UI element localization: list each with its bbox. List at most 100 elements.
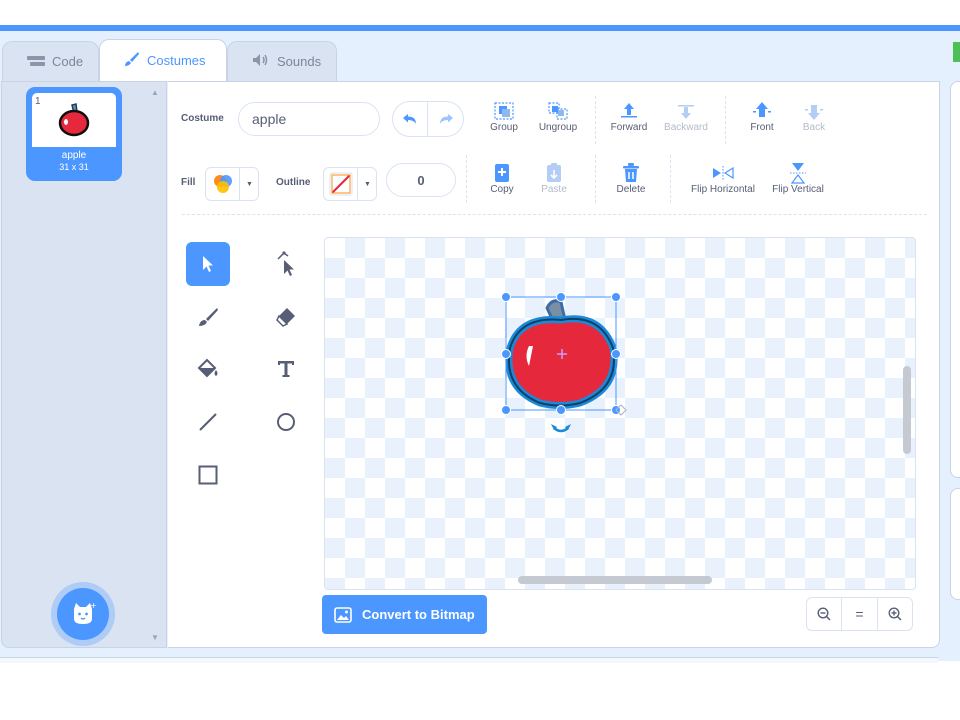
- backward-label: Backward: [664, 122, 708, 133]
- svg-text:+: +: [90, 601, 96, 610]
- circle-icon: [277, 413, 295, 431]
- arrow-select-icon: [203, 256, 213, 272]
- undo-icon: [403, 114, 416, 124]
- group-label: Group: [490, 122, 518, 133]
- brush-tool[interactable]: [186, 295, 230, 339]
- green-flag-icon[interactable]: [953, 42, 960, 62]
- delete-label: Delete: [616, 184, 646, 195]
- cat-add-icon: +: [74, 601, 96, 624]
- bottom-panel-edge: [0, 657, 938, 663]
- fill-tool[interactable]: [186, 347, 230, 391]
- canvas-vertical-scrollbar[interactable]: [903, 366, 911, 454]
- fill-label: Fill: [181, 177, 196, 188]
- zoom-out-icon: [817, 607, 831, 621]
- zoom-controls: =: [806, 597, 913, 631]
- scroll-up-icon[interactable]: ▲: [151, 88, 159, 97]
- sprite-info-panel: [950, 488, 960, 600]
- group-button[interactable]: Group: [488, 100, 520, 133]
- costume-size: 31 x 31: [59, 162, 89, 172]
- reshape-tool[interactable]: [264, 242, 308, 286]
- paste-button[interactable]: Paste: [536, 162, 572, 195]
- scroll-down-icon[interactable]: ▼: [151, 633, 159, 642]
- toolbar-separator: [595, 155, 596, 203]
- brush-icon: [199, 308, 218, 326]
- outline-width-input[interactable]: 0: [386, 163, 456, 197]
- apple-costume-graphic[interactable]: [325, 238, 916, 590]
- tab-sounds[interactable]: Sounds: [227, 41, 337, 81]
- tab-sounds-label: Sounds: [277, 54, 322, 69]
- text-tool[interactable]: [264, 347, 308, 391]
- backward-button[interactable]: Backward: [660, 100, 712, 133]
- paste-icon: [546, 162, 562, 184]
- toolbar-separator: [670, 155, 671, 203]
- forward-label: Forward: [610, 122, 648, 133]
- canvas-horizontal-scrollbar[interactable]: [518, 576, 712, 584]
- ungroup-button[interactable]: Ungroup: [536, 100, 580, 133]
- no-color-icon: [329, 172, 352, 196]
- zoom-in-button[interactable]: [878, 598, 912, 630]
- fill-swatch: [206, 168, 240, 200]
- costume-item[interactable]: 1 apple 31 x 31: [26, 87, 122, 181]
- costume-name-input[interactable]: apple: [238, 102, 380, 136]
- toolbar-separator: [595, 96, 596, 144]
- apple-icon: [58, 103, 90, 137]
- costume-name: apple: [61, 150, 87, 161]
- outline-color-picker[interactable]: ▼: [323, 167, 377, 201]
- tab-code[interactable]: Code: [2, 41, 99, 81]
- paste-label: Paste: [541, 184, 567, 195]
- add-costume-button[interactable]: +: [57, 588, 109, 640]
- stage-panel: [950, 81, 960, 478]
- reshape-icon: [277, 251, 294, 276]
- tab-code-label: Code: [52, 54, 84, 69]
- outline-label: Outline: [276, 177, 311, 188]
- paint-canvas[interactable]: [324, 237, 916, 590]
- rectangle-tool[interactable]: [186, 453, 230, 497]
- rectangle-icon: [198, 465, 218, 485]
- select-tool[interactable]: [186, 242, 230, 286]
- undo-button[interactable]: [392, 101, 428, 137]
- trash-icon: [623, 162, 639, 184]
- fill-color-picker[interactable]: ▼: [205, 167, 259, 201]
- costume-thumbnail: [32, 93, 116, 147]
- copy-button[interactable]: Copy: [486, 162, 518, 195]
- redo-button[interactable]: [428, 101, 464, 137]
- line-icon: [199, 413, 217, 431]
- circle-tool[interactable]: [264, 400, 308, 444]
- eraser-icon: [276, 308, 295, 327]
- top-strip: [0, 0, 960, 25]
- copy-icon: [494, 162, 510, 184]
- tab-costumes-label: Costumes: [147, 53, 206, 68]
- toolbar-divider: [182, 214, 927, 215]
- front-label: Front: [750, 122, 774, 133]
- line-tool[interactable]: [186, 400, 230, 444]
- group-icon: [493, 100, 515, 122]
- flip-vertical-icon: [789, 162, 807, 184]
- bitmap-icon: [334, 606, 352, 623]
- outline-swatch: [324, 168, 358, 200]
- zoom-in-icon: [888, 607, 902, 621]
- code-icon: [27, 54, 45, 70]
- costume-label: Costume: [181, 113, 224, 124]
- costume-number: 1: [35, 96, 41, 107]
- zoom-reset-button[interactable]: =: [842, 598, 878, 630]
- flip-vertical-button[interactable]: Flip Vertical: [768, 162, 828, 195]
- tab-costumes[interactable]: Costumes: [99, 39, 227, 81]
- brush-icon: [124, 51, 140, 70]
- forward-icon: [619, 100, 639, 122]
- redo-icon: [439, 114, 453, 124]
- convert-to-bitmap-label: Convert to Bitmap: [362, 607, 475, 622]
- zoom-out-button[interactable]: [807, 598, 843, 630]
- back-button[interactable]: Back: [798, 100, 830, 133]
- eraser-tool[interactable]: [264, 295, 308, 339]
- front-button[interactable]: Front: [746, 100, 778, 133]
- backward-icon: [676, 100, 696, 122]
- forward-button[interactable]: Forward: [606, 100, 652, 133]
- flip-horizontal-button[interactable]: Flip Horizontal: [685, 162, 761, 195]
- copy-label: Copy: [490, 184, 514, 195]
- speaker-icon: [252, 53, 270, 70]
- toolbar-separator: [466, 155, 467, 203]
- delete-button[interactable]: Delete: [612, 162, 650, 195]
- convert-to-bitmap-button[interactable]: Convert to Bitmap: [322, 595, 487, 634]
- caret-down-icon: ▼: [246, 180, 253, 188]
- back-label: Back: [802, 122, 826, 133]
